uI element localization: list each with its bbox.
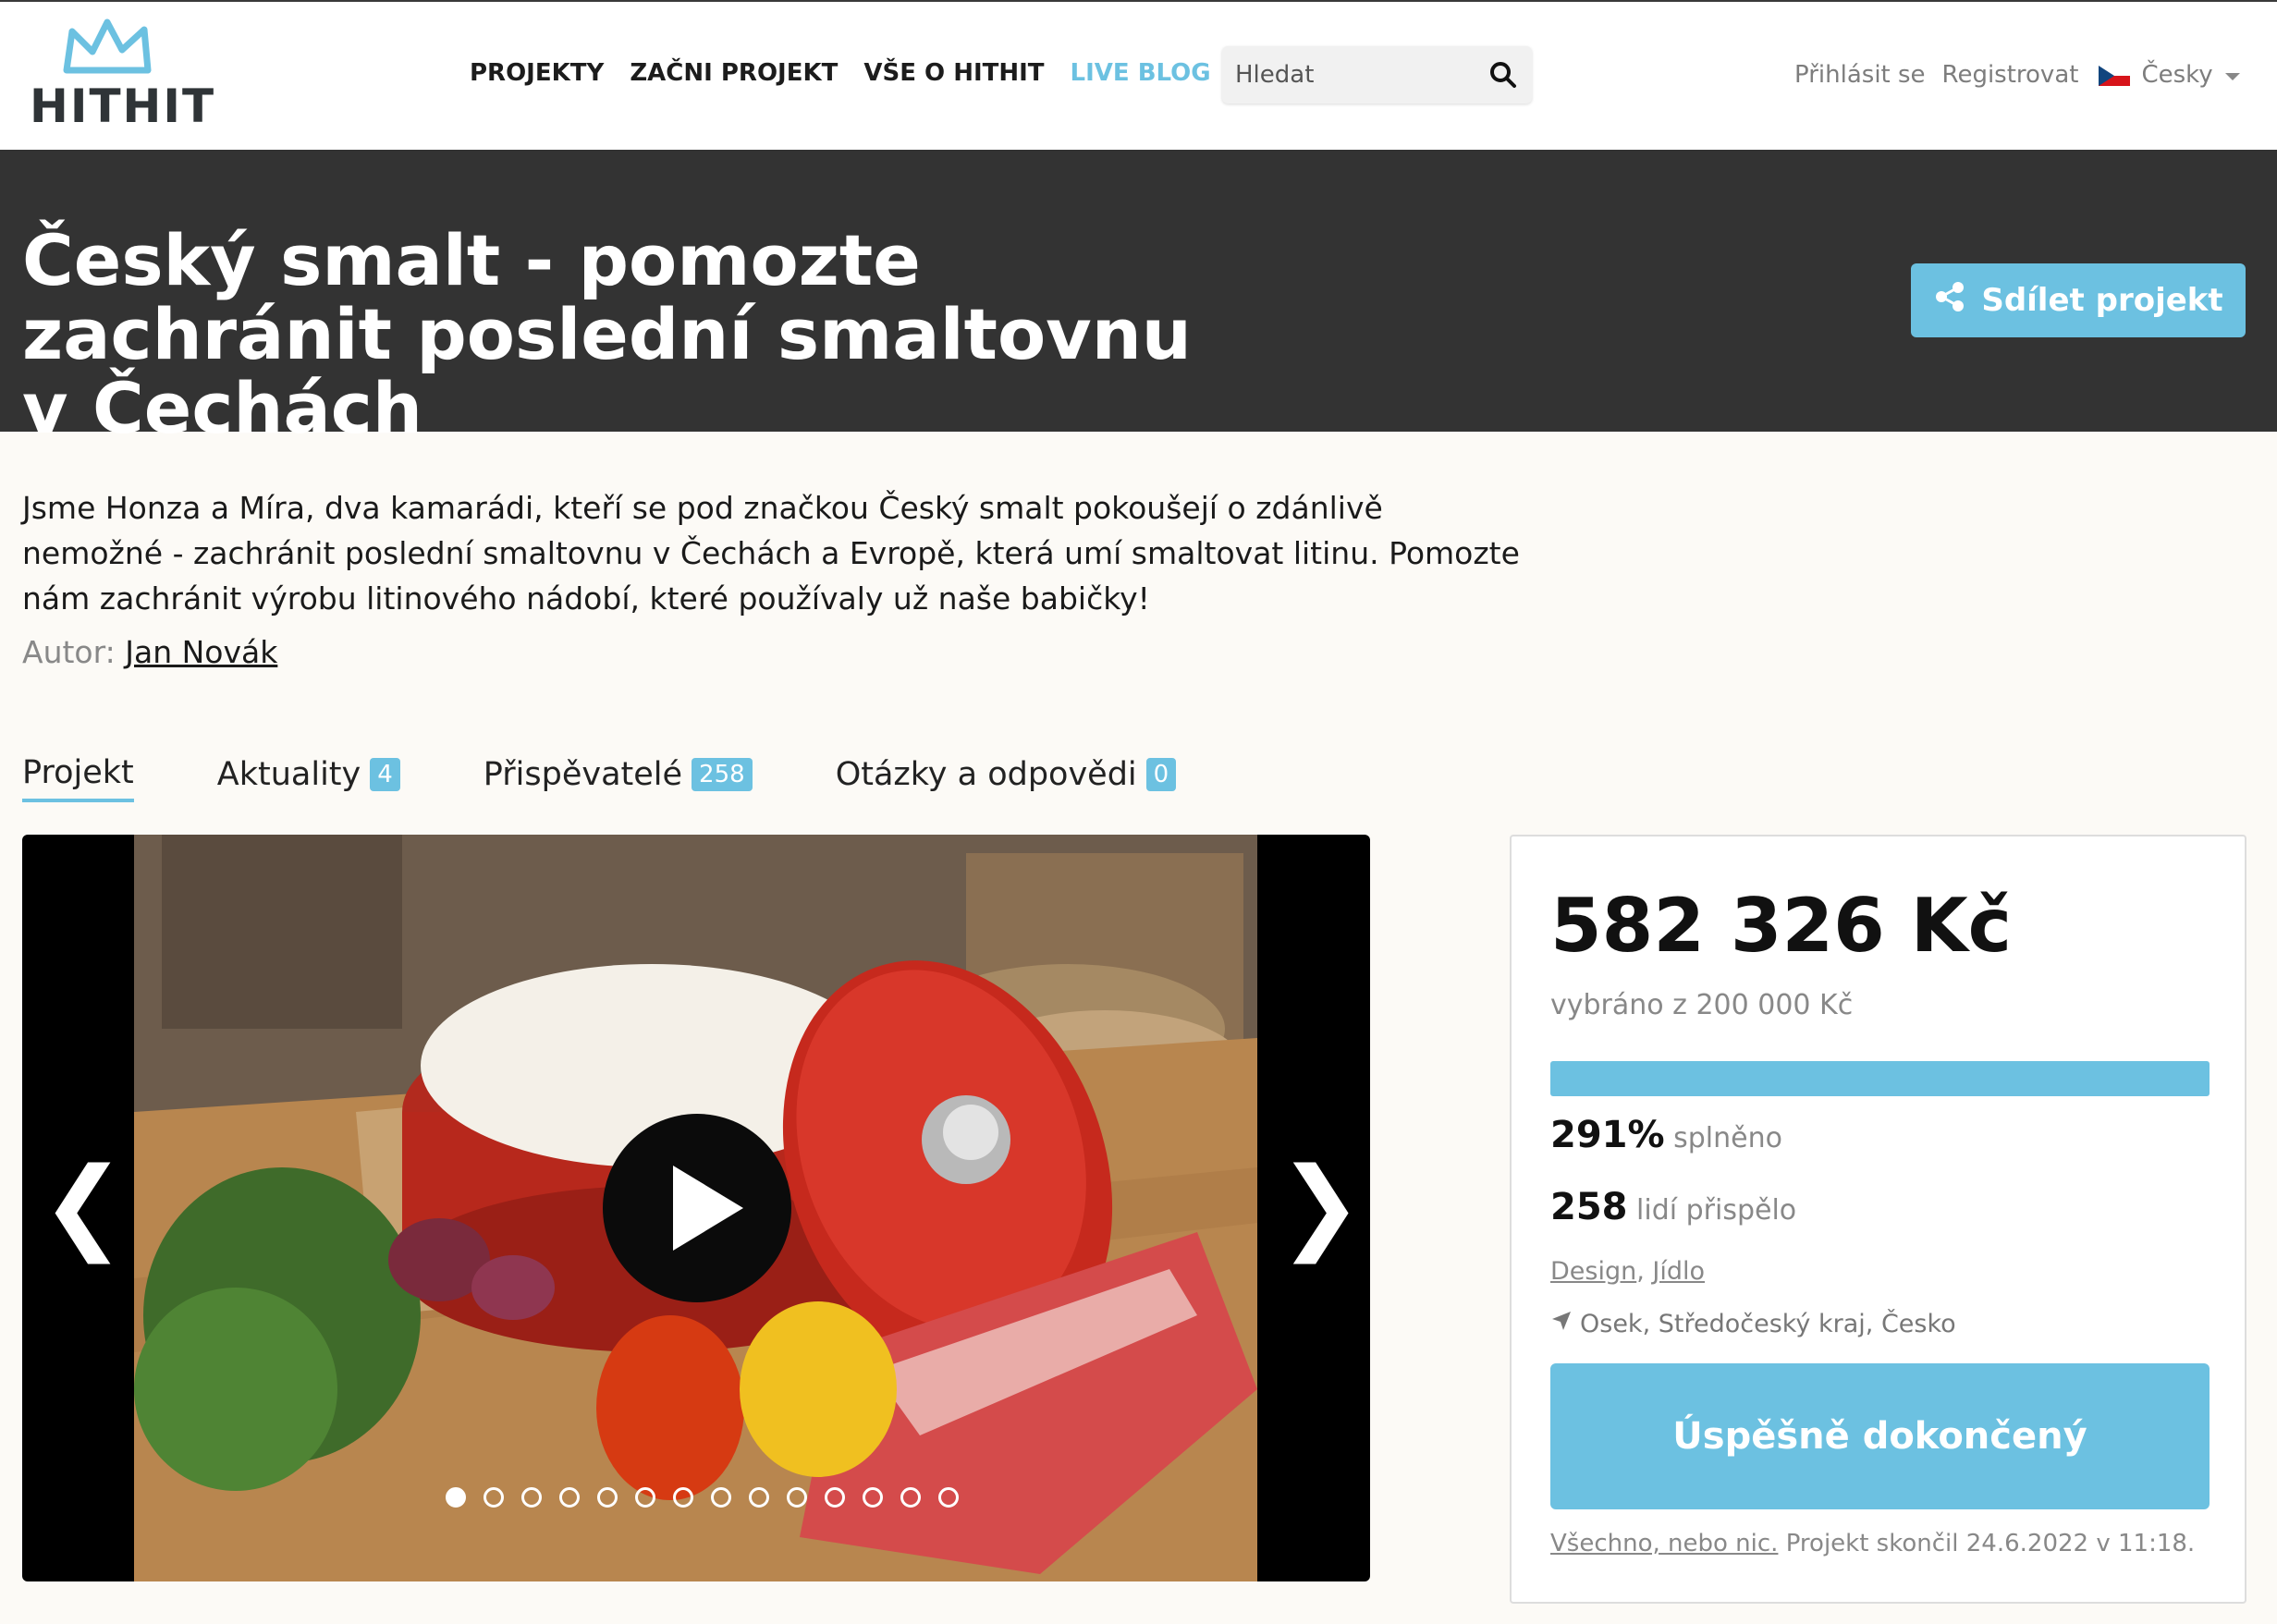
tab-label: Projekt: [22, 754, 134, 791]
progress-bar: [1550, 1061, 2210, 1096]
language-label: Česky: [2141, 61, 2213, 89]
main-nav: PROJEKTY ZAČNI PROJEKT VŠE O HITHIT LIVE…: [470, 59, 1211, 87]
tab-otazky[interactable]: Otázky a odpovědi 0: [836, 754, 1177, 802]
slide-dot[interactable]: [787, 1487, 807, 1508]
tab-label: Aktuality: [216, 756, 361, 793]
share-project-button[interactable]: Sdílet projekt: [1911, 263, 2246, 337]
slide-dot[interactable]: [446, 1487, 466, 1508]
count-badge: 258: [692, 758, 753, 791]
tab-label: Otázky a odpovědi: [835, 756, 1137, 793]
login-link[interactable]: Přihlásit se: [1794, 61, 1926, 89]
nav-live-blog[interactable]: LIVE BLOG: [1071, 59, 1211, 87]
category-links: Design, Jídlo: [1550, 1257, 1706, 1286]
count-badge: 0: [1145, 758, 1177, 791]
location-arrow-icon: [1550, 1310, 1573, 1338]
category-design[interactable]: Design: [1550, 1257, 1636, 1286]
project-tabs: Projekt Aktuality 4 Přispěvatelé 258 Otá…: [22, 754, 1259, 802]
crown-icon: [63, 18, 152, 74]
progress-fill: [1550, 1061, 2210, 1096]
play-button[interactable]: [603, 1114, 791, 1302]
end-date-text: Projekt skončil 24.6.2022 v 11:18.: [1785, 1530, 2196, 1557]
media-gallery: ❮ ❯: [22, 835, 1370, 1581]
search-box: [1222, 46, 1532, 104]
nav-projekty[interactable]: PROJEKTY: [470, 59, 604, 87]
status-button[interactable]: Úspěšně dokončený: [1550, 1363, 2210, 1509]
gallery-next-arrow[interactable]: ❯: [1278, 1149, 1363, 1260]
backers-stat: 258 lidí přispělo: [1550, 1186, 1796, 1228]
campaign-note: Všechno, nebo nic. Projekt skončil 24.6.…: [1550, 1530, 2195, 1557]
language-selector[interactable]: Česky: [2095, 61, 2240, 89]
category-jidlo[interactable]: Jídlo: [1652, 1257, 1705, 1286]
search-input[interactable]: [1222, 46, 1472, 104]
share-label: Sdílet projekt: [1981, 282, 2223, 319]
backers-label: lidí přispělo: [1636, 1194, 1797, 1227]
tab-aktuality[interactable]: Aktuality 4: [217, 754, 400, 802]
hithit-logo[interactable]: HITHIT: [30, 18, 214, 133]
slide-dot[interactable]: [484, 1487, 504, 1508]
author-link[interactable]: Jan Novák: [125, 634, 277, 670]
slide-dot[interactable]: [863, 1487, 883, 1508]
share-icon: [1933, 280, 1966, 322]
goal-text: vybráno z 200 000 Kč: [1550, 989, 1854, 1021]
count-badge: 4: [370, 758, 400, 791]
percent-stat: 291% splněno: [1550, 1114, 1782, 1156]
logo-text: HITHIT: [30, 79, 216, 133]
tab-prispevatele[interactable]: Přispěvatelé 258: [484, 754, 753, 802]
czech-flag-icon: [2099, 65, 2131, 86]
all-or-nothing-link[interactable]: Všechno, nebo nic.: [1550, 1530, 1778, 1557]
location-text: Osek, Středočeský kraj, Česko: [1580, 1310, 1956, 1338]
location: Osek, Středočeský kraj, Česko: [1550, 1310, 1956, 1338]
slide-dot[interactable]: [673, 1487, 693, 1508]
slide-dot[interactable]: [597, 1487, 618, 1508]
nav-zacni-projekt[interactable]: ZAČNI PROJEKT: [630, 59, 838, 87]
funding-card: 582 326 Kč vybráno z 200 000 Kč 291% spl…: [1510, 835, 2246, 1604]
slide-dot[interactable]: [900, 1487, 921, 1508]
author-line: Autor: Jan Novák: [22, 634, 277, 670]
percent-label: splněno: [1673, 1122, 1782, 1154]
slide-dot[interactable]: [825, 1487, 845, 1508]
site-header: HITHIT PROJEKTY ZAČNI PROJEKT VŠE O HITH…: [0, 0, 2277, 150]
nav-vse-o-hithit[interactable]: VŠE O HITHIT: [863, 59, 1044, 87]
slide-dot[interactable]: [559, 1487, 580, 1508]
tab-projekt[interactable]: Projekt: [22, 754, 134, 802]
search-icon[interactable]: [1487, 59, 1519, 91]
raised-amount: 582 326 Kč: [1550, 883, 2013, 969]
author-label: Autor:: [22, 634, 116, 670]
auth-links: Přihlásit se Registrovat Česky: [1794, 61, 2241, 89]
chevron-down-icon: [2224, 61, 2241, 89]
tab-label: Přispěvatelé: [483, 756, 683, 793]
slide-dot[interactable]: [749, 1487, 769, 1508]
project-description: Jsme Honza a Míra, dva kamarádi, kteří s…: [22, 490, 1520, 617]
slide-dot[interactable]: [938, 1487, 959, 1508]
slide-dot[interactable]: [635, 1487, 655, 1508]
page-title: Český smalt - pomozte zachránit poslední…: [22, 219, 1192, 449]
register-link[interactable]: Registrovat: [1942, 61, 2079, 89]
backers-value: 258: [1550, 1186, 1628, 1228]
slide-dot[interactable]: [521, 1487, 542, 1508]
play-icon: [673, 1166, 743, 1251]
gallery-prev-arrow[interactable]: ❮: [41, 1149, 126, 1260]
gallery-pagination: [446, 1487, 959, 1508]
percent-value: 291%: [1550, 1114, 1665, 1156]
slide-dot[interactable]: [711, 1487, 731, 1508]
